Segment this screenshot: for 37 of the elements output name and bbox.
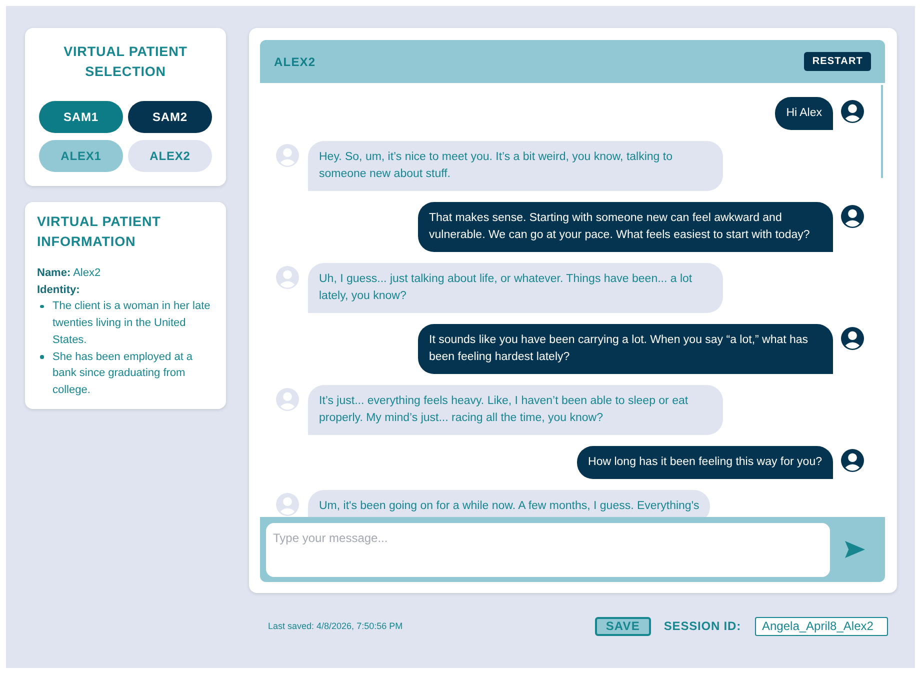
patient-button[interactable]: ALEX1 <box>39 140 123 172</box>
identity-text: The client is a woman in her late twenties living in the United States. <box>52 299 212 348</box>
user-avatar-icon <box>841 449 864 472</box>
card-title: VIRTUAL PATIENT INFORMATION <box>37 213 162 251</box>
user-avatar-icon <box>841 100 864 123</box>
patient-message-bubble: Uh, I guess... just talking about life, or whatever. Things have been... a lot lately, you know? <box>308 263 723 313</box>
save-button[interactable]: SAVE <box>594 616 651 636</box>
user-message-bubble: That makes sense. Starting with someone new can feel awkward and vulnerable. We can go at your pace. What feels easiest to start with today? <box>418 202 833 252</box>
card-title: VIRTUAL PATIENT SELECTION <box>62 43 188 81</box>
patient-button[interactable]: SAM2 <box>128 101 212 133</box>
chat-title: ALEX2 <box>274 54 316 68</box>
message-field[interactable]: Type your message... <box>266 522 830 576</box>
patient-button[interactable]: SAM1 <box>39 101 123 133</box>
name-text: Name: Alex2 <box>37 266 102 281</box>
user-message-bubble: It sounds like you have been carrying a lot. When you say “a lot,” what has been feeling hardest lately? <box>418 324 833 374</box>
user-message-bubble: How long has it been feeling this way for you? <box>577 446 833 479</box>
patient-avatar-icon <box>276 388 299 411</box>
patient-avatar-icon <box>276 493 299 516</box>
restart-button[interactable]: RESTART <box>804 52 871 71</box>
identity-text: She has been employed at a bank since graduating from college. <box>52 350 194 398</box>
patient-button[interactable]: ALEX2 <box>128 140 212 172</box>
bullet-icon <box>40 304 44 308</box>
patient-message-bubble: It’s just... everything feels heavy. Like, I haven’t been able to sleep or eat properly. My mind’s just... racing all the time, you know? <box>308 385 723 435</box>
patient-avatar-icon <box>276 144 299 167</box>
scrollbar-thumb[interactable] <box>881 85 883 178</box>
user-avatar-icon <box>841 327 864 350</box>
session-id-label: SESSION ID: <box>664 619 741 633</box>
bullet-icon <box>40 355 44 359</box>
patient-message-bubble: Hey. So, um, it’s nice to meet you. It’s a bit weird, you know, talking to someone new about stuff. <box>308 141 723 191</box>
send-icon <box>844 541 864 558</box>
last-saved-text: Last saved: 4/8/2026, 7:50:56 PM <box>268 621 403 631</box>
patient-avatar-icon <box>276 266 299 289</box>
session-id-field[interactable]: Angela_April8_Alex2 <box>755 616 888 636</box>
identity-label: Identity: <box>37 282 81 298</box>
user-message-bubble: Hi Alex <box>775 97 833 130</box>
patient-message-bubble: Um, it's been going on for a while now. A few months, I guess. Everything's <box>308 490 710 517</box>
user-avatar-icon <box>841 205 864 228</box>
